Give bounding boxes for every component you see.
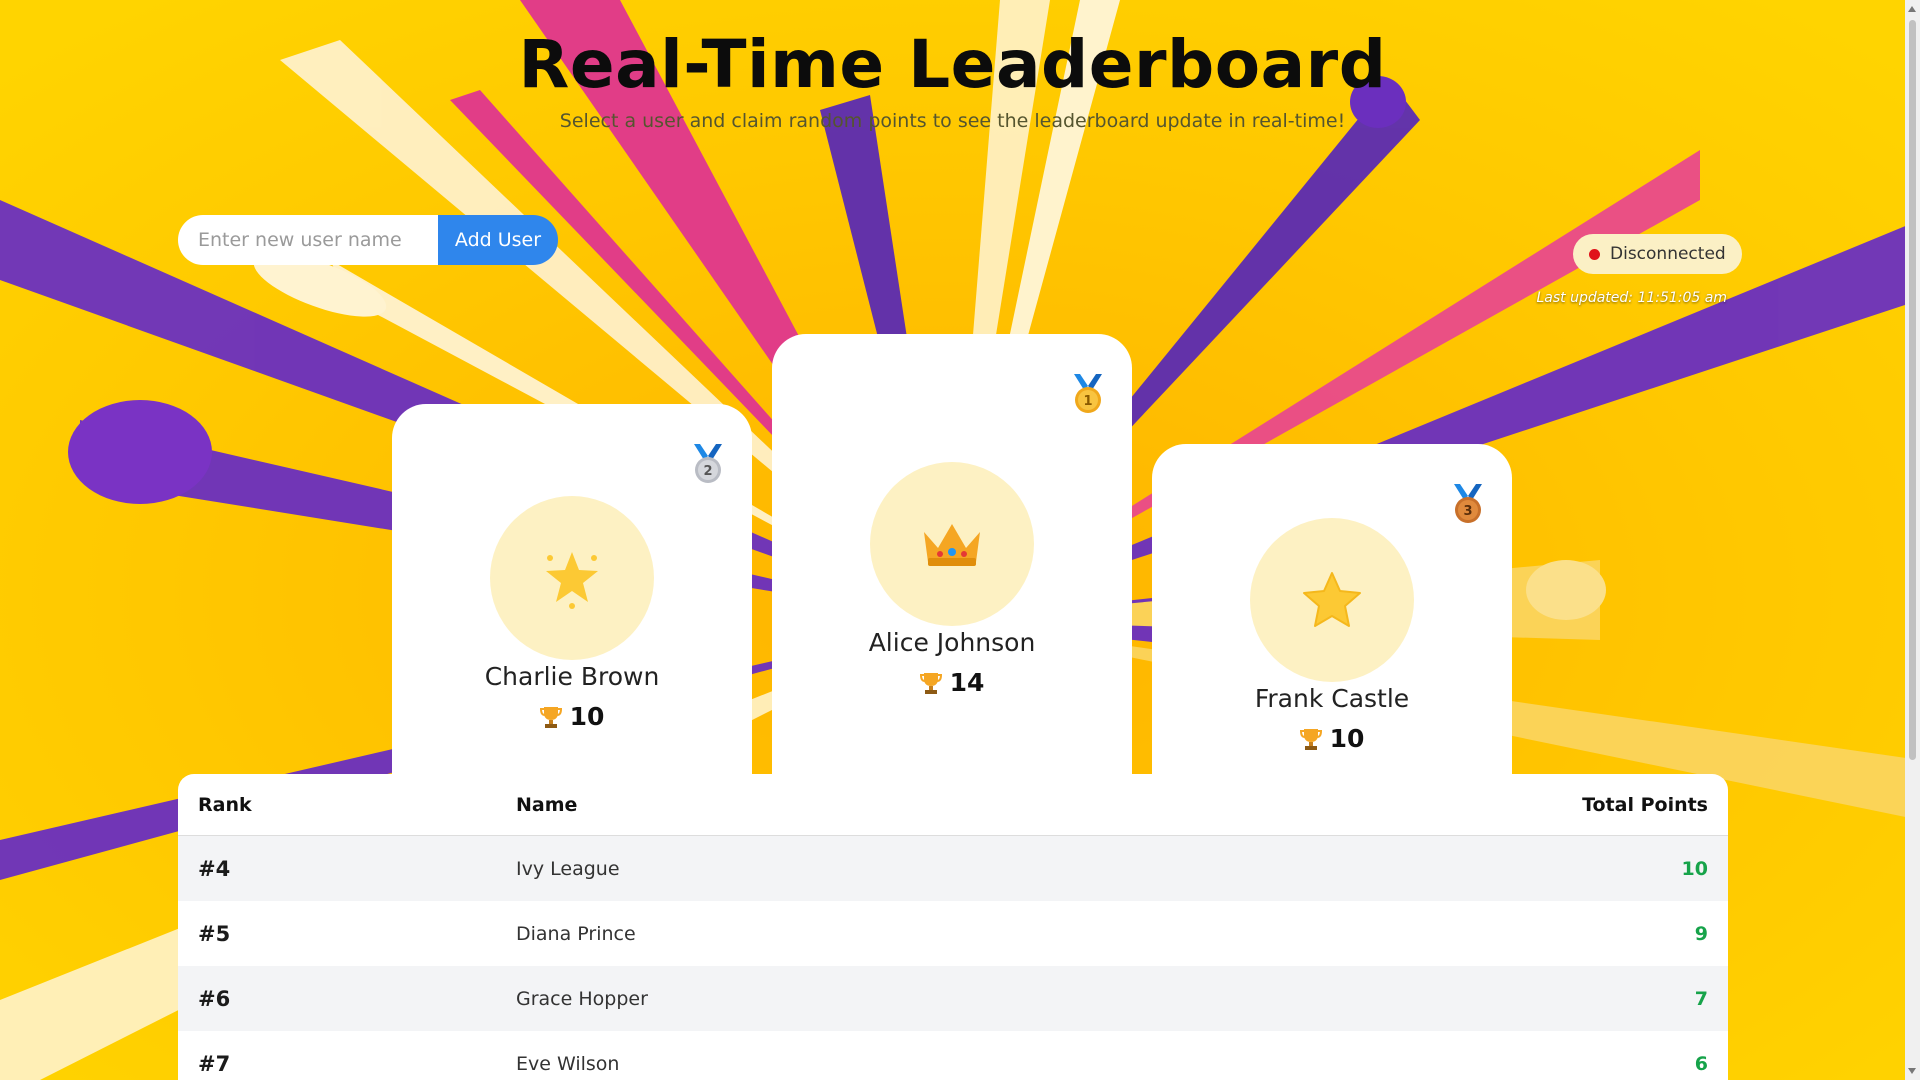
table-header: Rank Name Total Points: [178, 774, 1728, 836]
avatar: [870, 462, 1034, 626]
podium-points: 14: [772, 668, 1132, 697]
svg-text:3: 3: [1463, 504, 1472, 519]
crown-icon: [924, 524, 980, 566]
scrollbar-thumb[interactable]: [1909, 20, 1916, 760]
last-updated-text: Last updated: 11:51:05 am: [1536, 290, 1727, 306]
row-points: 6: [1694, 1052, 1708, 1075]
add-user-button[interactable]: Add User: [438, 215, 558, 265]
trophy-icon: [1299, 728, 1322, 750]
row-name: Eve Wilson: [516, 1052, 620, 1075]
podium-points-value: 10: [1329, 724, 1365, 753]
avatar: [490, 496, 654, 660]
page-title: Real-Time Leaderboard: [518, 26, 1387, 103]
podium-points: 10: [392, 702, 752, 731]
podium-card-third[interactable]: 3 Frank Castle 10: [1152, 444, 1512, 774]
trophy-icon: [919, 672, 942, 694]
svg-text:2: 2: [703, 464, 712, 479]
header-name: Name: [516, 793, 578, 816]
podium-points: 10: [1152, 724, 1512, 753]
new-user-name-input[interactable]: [178, 215, 438, 265]
podium-name: Frank Castle: [1254, 684, 1410, 713]
row-name: Grace Hopper: [516, 987, 648, 1010]
table-row[interactable]: #5 Diana Prince 9: [178, 901, 1728, 966]
silver-medal-icon: 2: [694, 444, 722, 483]
leaderboard-page: Real-Time Leaderboard Select a user and …: [0, 0, 1905, 1080]
row-points: 9: [1694, 922, 1708, 945]
row-rank: #5: [198, 921, 231, 946]
podium-points-value: 14: [949, 668, 985, 697]
podium-points-value: 10: [569, 702, 605, 731]
podium-card-second[interactable]: 2 Charlie Brown 10: [392, 404, 752, 774]
row-rank: #6: [198, 986, 231, 1011]
row-rank: #7: [198, 1051, 231, 1076]
add-user-form: Add User: [178, 215, 558, 265]
scroll-up-arrow-icon[interactable]: [1908, 6, 1916, 12]
podium-card-first[interactable]: 1 Alice Johnson 14: [772, 334, 1132, 774]
table-row[interactable]: #6 Grace Hopper 7: [178, 966, 1728, 1031]
svg-text:1: 1: [1083, 394, 1092, 409]
trophy-icon: [539, 706, 562, 728]
page-subtitle: Select a user and claim random points to…: [559, 110, 1346, 132]
row-name: Ivy League: [516, 857, 620, 880]
podium-name: Alice Johnson: [868, 628, 1036, 657]
table-row[interactable]: #7 Eve Wilson 6: [178, 1031, 1728, 1080]
row-points: 10: [1681, 857, 1708, 880]
leaderboard-table: Rank Name Total Points #4 Ivy League 10 …: [178, 774, 1728, 1080]
star-icon: [1303, 572, 1361, 627]
row-points: 7: [1694, 987, 1708, 1010]
table-row[interactable]: #4 Ivy League 10: [178, 836, 1728, 901]
podium-name: Charlie Brown: [484, 662, 660, 691]
scroll-down-arrow-icon[interactable]: [1908, 1068, 1916, 1074]
status-dot-icon: [1589, 248, 1600, 260]
bronze-medal-icon: 3: [1454, 484, 1482, 523]
page-scrollbar[interactable]: [1905, 0, 1920, 1080]
sparkle-star-icon: [546, 552, 598, 609]
header-points: Total Points: [1582, 793, 1708, 816]
gold-medal-icon: 1: [1074, 374, 1102, 413]
row-name: Diana Prince: [516, 922, 636, 945]
header-rank: Rank: [198, 793, 252, 816]
avatar: [1250, 518, 1414, 682]
row-rank: #4: [198, 856, 231, 881]
connection-status-badge: Disconnected: [1573, 234, 1742, 274]
connection-status-label: Disconnected: [1610, 244, 1726, 264]
